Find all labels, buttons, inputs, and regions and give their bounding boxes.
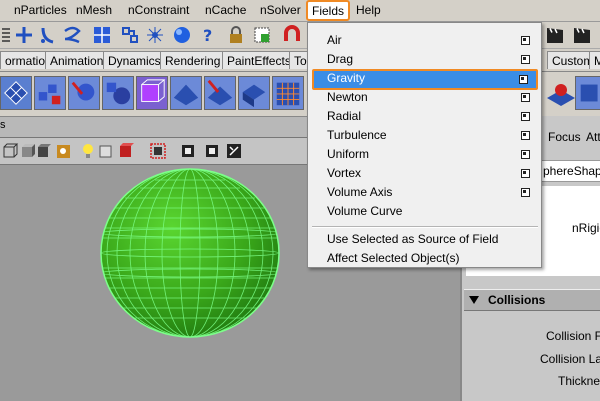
option-box-icon[interactable] (521, 112, 530, 121)
polygon-sphere[interactable] (100, 168, 280, 338)
shelf-sphere-icon[interactable] (102, 76, 134, 110)
layout-icon[interactable] (92, 25, 112, 45)
menu-item-label: Gravity (327, 71, 366, 85)
clapper-icon[interactable] (545, 25, 565, 45)
panel-menu-stub[interactable]: s (0, 119, 6, 131)
option-box-icon[interactable] (521, 150, 530, 159)
select-box-icon[interactable] (252, 25, 272, 45)
menu-separator (312, 226, 538, 228)
menu-ncache[interactable]: nCache (201, 2, 250, 18)
menu-item-turbulence[interactable]: Turbulence (312, 126, 538, 145)
shelf-box-icon[interactable] (238, 76, 270, 110)
menu-item-air[interactable]: Air (312, 31, 538, 50)
shelf-extra-icon[interactable] (575, 76, 600, 110)
help-question-icon[interactable]: ? (198, 25, 218, 45)
node-icon[interactable] (145, 25, 165, 45)
menu-item-label: Drag (327, 52, 354, 66)
menu-item-label: Newton (327, 90, 368, 104)
tab-more[interactable]: M (589, 51, 600, 69)
sphere-icon[interactable] (172, 25, 192, 45)
menu-nsolver[interactable]: nSolver (256, 2, 305, 18)
menu-item-affect-selected[interactable]: Affect Selected Object(s) (312, 249, 538, 268)
menu-item-vortex[interactable]: Vortex (312, 164, 538, 183)
menu-item-label: Use Selected as Source of Field (327, 232, 499, 246)
menu-item-newton[interactable]: Newton (312, 88, 538, 107)
shelf-mesh-icon[interactable] (0, 76, 32, 110)
textured-cube-icon[interactable] (54, 141, 74, 161)
option-box-icon[interactable] (521, 131, 530, 140)
menu-item-label: Turbulence (327, 128, 387, 142)
option-box-icon[interactable] (521, 169, 530, 178)
menu-item-label: Affect Selected Object(s) (327, 251, 460, 265)
wire-cube-icon[interactable] (0, 141, 20, 161)
option-box-icon[interactable] (521, 93, 530, 102)
menu-item-label: Radial (327, 109, 362, 123)
tab-dynamics[interactable]: Dynamics (103, 51, 166, 69)
menu-item-volume-curve[interactable]: Volume Curve (312, 202, 538, 221)
attr-collision-layer: Collision Laye (540, 352, 600, 366)
smooth-cube-icon[interactable] (34, 141, 54, 161)
curve-snap-icon[interactable] (38, 25, 58, 45)
node-name-field[interactable]: phereShape1 (540, 160, 600, 182)
option-box-icon[interactable] (521, 188, 530, 197)
menu-item-use-selected-source[interactable]: Use Selected as Source of Field (312, 230, 538, 249)
svg-text:?: ? (203, 26, 212, 45)
option-box-icon[interactable] (519, 75, 528, 84)
magnet-icon[interactable] (282, 25, 302, 45)
menu-bar: nParticles nMesh nConstraint nCache nSol… (0, 0, 600, 22)
shelf-cube-icon[interactable] (136, 76, 168, 110)
node-type-label-front: nRigid (572, 221, 600, 235)
collisions-section-header[interactable]: Collisions (464, 289, 600, 311)
menu-item-label: Uniform (327, 147, 370, 161)
menu-item-gravity[interactable]: Gravity (312, 69, 538, 90)
shelf-sphere-arrow-icon[interactable] (68, 76, 100, 110)
menu-item-volume-axis[interactable]: Volume Axis (312, 183, 538, 202)
light-bulb-icon[interactable] (78, 141, 98, 161)
fields-dropdown-menu: Air Drag Gravity Newton Radial Turbulenc… (307, 22, 542, 268)
menu-item-radial[interactable]: Radial (312, 107, 538, 126)
attr-collision-flag: Collision Fla (546, 329, 600, 343)
move-cross-icon[interactable] (14, 25, 34, 45)
shelf-plane-icon[interactable] (170, 76, 202, 110)
section-title: Collisions (488, 293, 546, 307)
isolate-select-icon[interactable] (148, 141, 168, 161)
option-box-icon[interactable] (521, 36, 530, 45)
shelf-plane-arrow-icon[interactable] (204, 76, 236, 110)
menu-item-label: Vortex (327, 166, 362, 180)
shelf-rigid-icon[interactable] (545, 76, 577, 110)
shadow-cube-icon[interactable] (96, 141, 116, 161)
menu-item-label: Volume Axis (327, 185, 393, 199)
menu-item-uniform[interactable]: Uniform (312, 145, 538, 164)
shelf-cubes-icon[interactable] (34, 76, 66, 110)
expand-triangle-icon (469, 296, 479, 304)
menu-nmesh[interactable]: nMesh (72, 2, 116, 18)
backface-icon[interactable] (224, 141, 244, 161)
menu-help[interactable]: Help (352, 2, 385, 18)
menu-fields[interactable]: Fields (306, 0, 351, 21)
menu-item-label: Volume Curve (327, 204, 403, 218)
surface-snap-icon[interactable] (62, 25, 82, 45)
menu-item-drag[interactable]: Drag (312, 50, 538, 69)
clapper-render-icon[interactable] (572, 25, 592, 45)
menu-nconstraint[interactable]: nConstraint (124, 2, 193, 18)
tab-attributes[interactable]: Att (586, 130, 600, 144)
tab-animation[interactable]: Animation (45, 51, 109, 69)
xray-icon[interactable] (178, 141, 198, 161)
shelf-grid-icon[interactable] (272, 76, 304, 110)
xray-joints-icon[interactable] (202, 141, 222, 161)
option-box-icon[interactable] (521, 55, 530, 64)
tab-rendering[interactable]: Rendering (160, 51, 226, 69)
tab-painteffects[interactable]: PaintEffects (222, 51, 296, 69)
hierarchy-icon[interactable] (120, 25, 140, 45)
menu-nparticles[interactable]: nParticles (10, 2, 71, 18)
tab-focus[interactable]: Focus (548, 130, 581, 144)
attr-thickness: Thicknes (558, 374, 600, 388)
lock-icon[interactable] (226, 25, 246, 45)
menu-item-label: Air (327, 33, 342, 47)
red-cube-icon[interactable] (116, 141, 136, 161)
node-name-value: phereShape1 (543, 164, 600, 178)
